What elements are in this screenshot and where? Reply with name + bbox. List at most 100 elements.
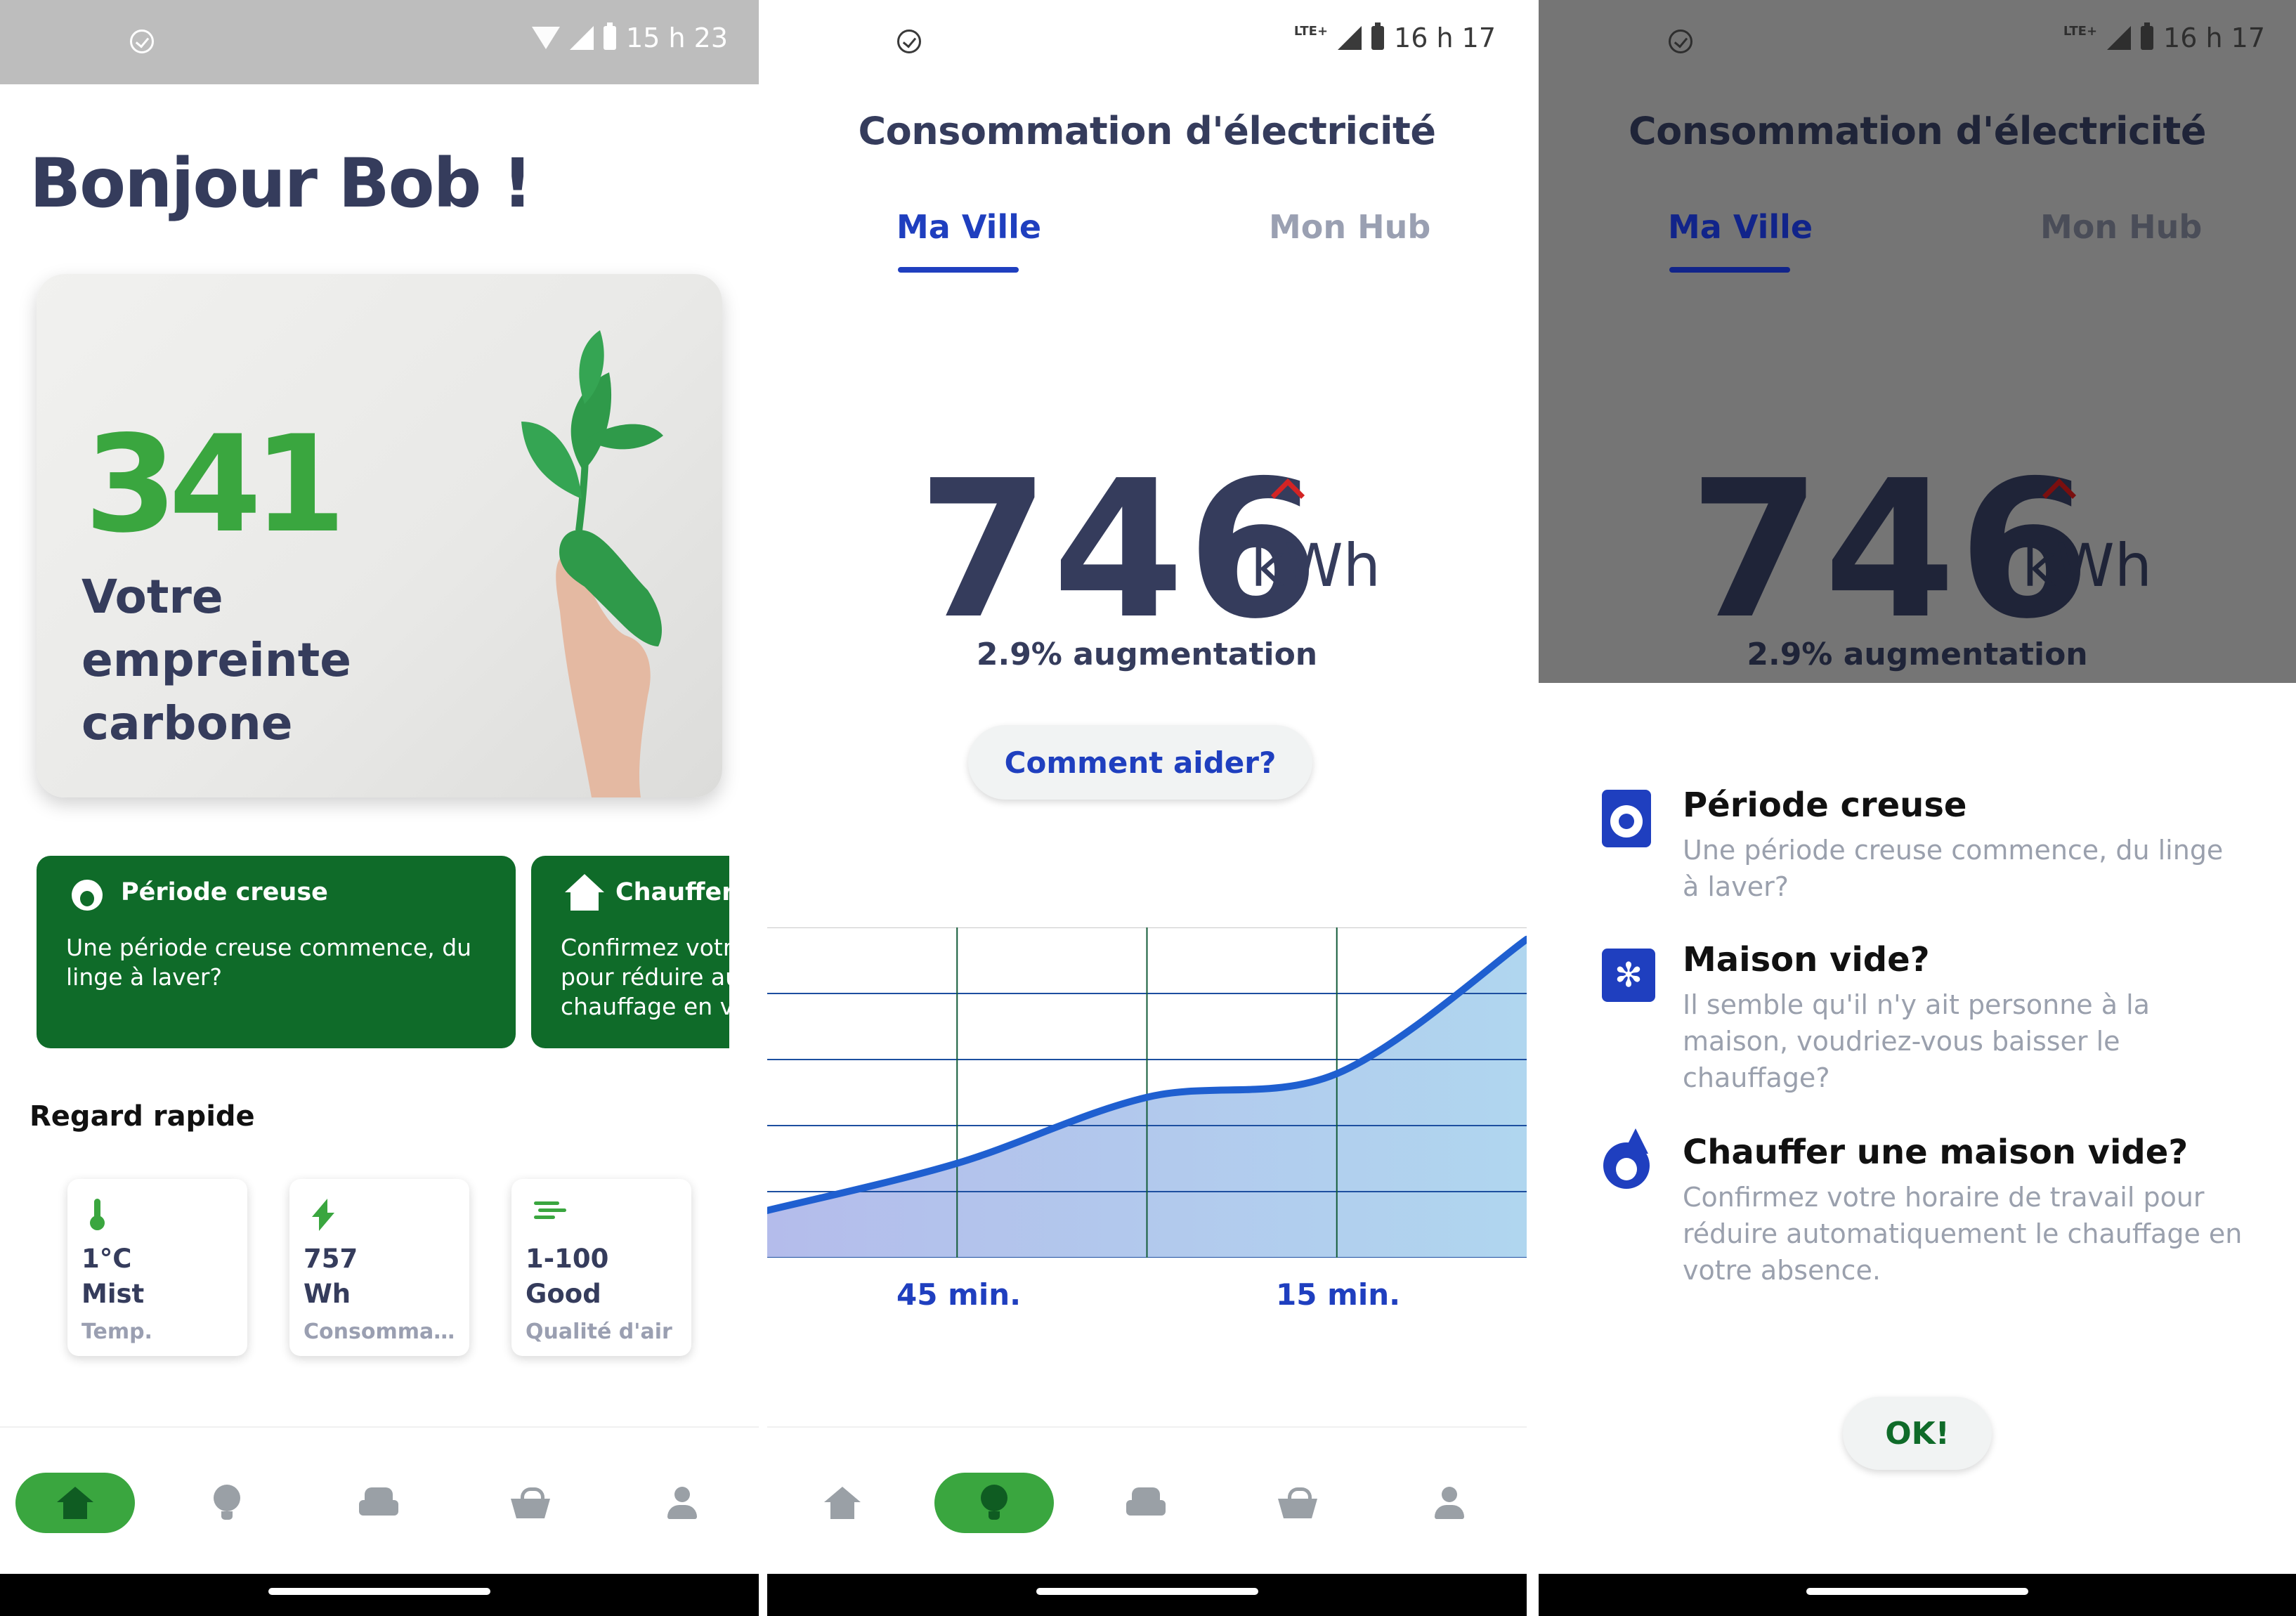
nav-transport[interactable] xyxy=(1086,1473,1206,1533)
sync-check-icon xyxy=(897,30,921,53)
home-icon xyxy=(57,1487,93,1519)
carbon-footprint-value: 341 xyxy=(84,407,346,562)
tip-card-off-peak[interactable]: Période creuse Une période creuse commen… xyxy=(37,856,516,1048)
tip-title: Période creuse xyxy=(121,878,328,906)
nav-profile[interactable] xyxy=(622,1473,742,1533)
status-bar: LTE+ 16 h 17 xyxy=(1539,0,2296,84)
bolt-icon xyxy=(312,1199,340,1232)
nav-home[interactable] xyxy=(15,1473,135,1533)
washing-machine-icon xyxy=(1602,790,1655,850)
nav-profile[interactable] xyxy=(1390,1473,1509,1533)
battery-icon xyxy=(2141,22,2154,50)
tip-body: Une période creuse commence, du linge à … xyxy=(66,934,472,991)
tips-carousel[interactable]: Période creuse Une période creuse commen… xyxy=(37,856,729,1050)
home-indicator[interactable] xyxy=(268,1588,490,1595)
tip-body: Confirmez votre horaire de travail pour … xyxy=(561,934,729,1020)
lightbulb-icon xyxy=(981,1485,1007,1521)
quick-card-consumption[interactable]: 757 Wh Consommation xyxy=(289,1179,469,1356)
consumption-chart xyxy=(767,927,1527,1258)
tab-ma-ville: Ma Ville xyxy=(1668,208,1813,246)
thermometer-icon xyxy=(90,1199,118,1232)
tip-title: Chauffer une maison vide? xyxy=(1683,1133,2189,1172)
basket-icon xyxy=(511,1487,550,1518)
car-icon xyxy=(1126,1487,1166,1518)
ok-button[interactable]: OK! xyxy=(1843,1397,1992,1470)
nav-transport[interactable] xyxy=(319,1473,438,1533)
consumption-unit: kWh xyxy=(2022,531,2152,600)
tab-mon-hub: Mon Hub xyxy=(2040,208,2203,246)
home-indicator[interactable] xyxy=(1806,1588,2028,1595)
x-axis-label: 15 min. xyxy=(1276,1277,1401,1312)
nav-tips[interactable] xyxy=(167,1473,287,1533)
lightbulb-icon xyxy=(214,1485,240,1521)
active-tab-indicator xyxy=(1669,267,1790,273)
status-bar: 15 h 23 xyxy=(0,0,759,84)
quick-card-label: Qualité d'air xyxy=(526,1319,672,1344)
tip-body: Il semble qu'il n'y ait personne à la ma… xyxy=(1683,989,2150,1093)
bottom-navigation xyxy=(0,1426,759,1574)
tip-body: Une période creuse commence, du linge à … xyxy=(1683,835,2224,902)
wifi-icon xyxy=(532,27,561,49)
nav-shopping[interactable] xyxy=(471,1473,590,1533)
tab-mon-hub[interactable]: Mon Hub xyxy=(1269,208,1430,246)
quick-card-value: 1-100 xyxy=(526,1244,609,1274)
status-right: 15 h 23 xyxy=(532,22,728,53)
battery-icon xyxy=(604,22,617,50)
quick-card-label: Temp. xyxy=(81,1319,152,1344)
quick-card-value: 1°C xyxy=(81,1244,132,1274)
quick-card-subvalue: Mist xyxy=(81,1279,145,1309)
car-icon xyxy=(359,1487,398,1518)
gesture-bar xyxy=(0,1574,759,1616)
tab-ma-ville[interactable]: Ma Ville xyxy=(896,208,1041,246)
consumption-unit: kWh xyxy=(1251,531,1381,600)
signal-icon xyxy=(1338,26,1362,50)
quick-card-temperature[interactable]: 1°C Mist Temp. xyxy=(67,1179,247,1356)
home-icon xyxy=(824,1487,861,1519)
signal-icon xyxy=(570,26,594,50)
gesture-bar xyxy=(1539,1574,2296,1616)
change-percentage: 2.9% augmentation xyxy=(1747,637,2088,672)
wind-icon xyxy=(534,1199,566,1232)
quick-card-value: 757 xyxy=(304,1244,358,1274)
nav-tips[interactable] xyxy=(934,1473,1054,1533)
quick-card-subvalue: Wh xyxy=(304,1279,351,1309)
carbon-footprint-card[interactable]: 341 Votre empreinte carbone xyxy=(37,274,722,797)
status-right: LTE+ 16 h 17 xyxy=(1294,22,1496,53)
how-to-help-button[interactable]: Comment aider? xyxy=(968,725,1312,800)
greeting-title: Bonjour Bob ! xyxy=(30,144,533,223)
status-time: 16 h 17 xyxy=(2163,22,2265,53)
nav-home[interactable] xyxy=(783,1473,902,1533)
bottom-navigation xyxy=(767,1426,1527,1574)
battery-icon xyxy=(1371,22,1385,50)
nav-shopping[interactable] xyxy=(1238,1473,1357,1533)
status-bar: LTE+ 16 h 17 xyxy=(767,0,1527,84)
dimmed-background[interactable]: Consommation d'électricité Ma Ville Mon … xyxy=(1539,0,2296,683)
change-percentage: 2.9% augmentation xyxy=(976,637,1318,672)
quick-card-subvalue: Good xyxy=(526,1279,601,1309)
sync-check-icon xyxy=(1669,30,1692,53)
network-type: LTE+ xyxy=(2063,24,2098,39)
gesture-bar xyxy=(767,1574,1527,1616)
house-icon xyxy=(565,874,604,913)
quick-card-air-quality[interactable]: 1-100 Good Qualité d'air xyxy=(511,1179,691,1356)
tip-title: Chauffer une maison vide? xyxy=(615,878,729,906)
tip-title: Maison vide? xyxy=(1683,940,1930,979)
page-title: Consommation d'électricité xyxy=(858,109,1436,153)
active-tab-indicator xyxy=(898,267,1019,273)
user-icon xyxy=(666,1487,698,1519)
tip-title: Période creuse xyxy=(1683,786,1967,825)
home-indicator[interactable] xyxy=(1036,1588,1258,1595)
plant-hand-illustration xyxy=(521,330,663,797)
signal-icon xyxy=(2107,26,2132,50)
network-type: LTE+ xyxy=(1293,24,1329,39)
home-screen: 15 h 23 Bonjour Bob ! 341 Votre empreint… xyxy=(0,0,759,1616)
flame-icon xyxy=(70,874,107,913)
tip-card-empty-house[interactable]: Chauffer une maison vide? Confirmez votr… xyxy=(531,856,729,1048)
quick-look-title: Regard rapide xyxy=(30,1100,255,1133)
status-time: 15 h 23 xyxy=(626,22,728,53)
tips-dialog-screen: Consommation d'électricité Ma Ville Mon … xyxy=(1539,0,2296,1616)
status-time: 16 h 17 xyxy=(1394,22,1496,53)
quick-card-label: Consommation xyxy=(304,1319,462,1344)
flame-icon xyxy=(1602,1128,1655,1189)
tip-body: Confirmez votre horaire de travail pour … xyxy=(1683,1182,2243,1286)
